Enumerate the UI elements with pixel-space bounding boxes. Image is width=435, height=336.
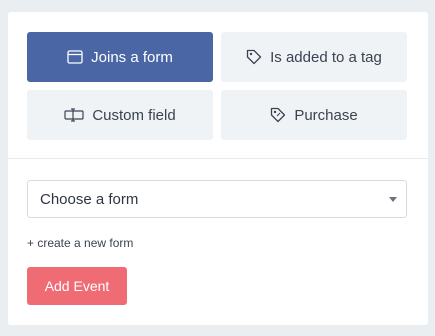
create-new-form-link[interactable]: + create a new form — [27, 236, 133, 250]
event-card: Joins a form Is added to a tag Custom fi… — [8, 12, 428, 325]
tag-icon — [246, 49, 262, 65]
form-window-icon — [67, 50, 83, 64]
divider — [8, 158, 428, 159]
event-type-added-to-tag[interactable]: Is added to a tag — [221, 32, 407, 82]
add-event-button[interactable]: Add Event — [27, 267, 127, 305]
event-type-label: Purchase — [294, 106, 358, 124]
event-type-label: Custom field — [92, 106, 176, 124]
purchase-tag-icon — [271, 107, 286, 123]
event-type-joins-form[interactable]: Joins a form — [27, 32, 213, 82]
event-type-purchase[interactable]: Purchase — [221, 90, 407, 140]
event-type-label: Joins a form — [91, 48, 173, 66]
custom-field-icon — [64, 108, 84, 122]
chevron-down-icon — [389, 197, 397, 202]
event-type-options: Joins a form Is added to a tag Custom fi… — [8, 12, 428, 158]
event-type-label: Is added to a tag — [270, 48, 382, 66]
form-select-value: Choose a form — [40, 190, 139, 208]
form-select[interactable]: Choose a form — [27, 180, 407, 218]
event-type-custom-field[interactable]: Custom field — [27, 90, 213, 140]
